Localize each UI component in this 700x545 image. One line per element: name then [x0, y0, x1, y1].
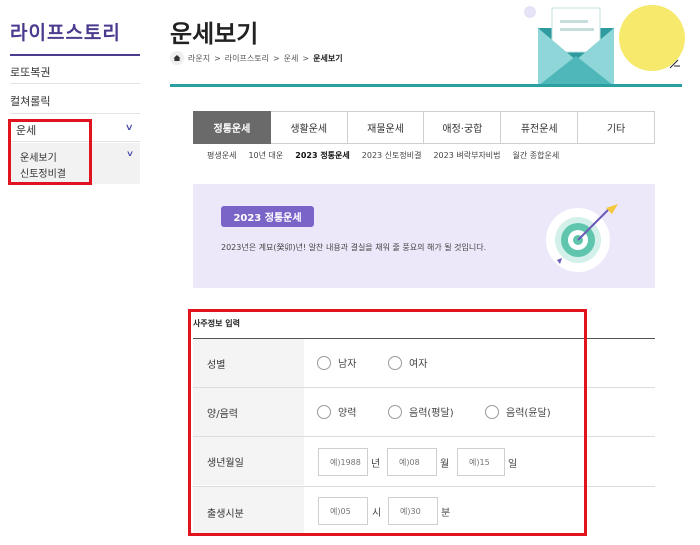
tab-traditional-fortune[interactable]: 정통운세: [193, 111, 271, 144]
banner-description: 2023년은 계묘(癸卯)년! 알찬 내용과 결실을 채워 줄 풍요의 해가 될…: [221, 243, 487, 252]
tab-etc[interactable]: 기타: [578, 111, 655, 144]
sidebar-item-culture[interactable]: 컬쳐롤릭: [10, 93, 140, 109]
subtab-10-year[interactable]: 10년 대운: [248, 150, 283, 161]
banner-tag: 2023 정통운세: [221, 206, 314, 227]
breadcrumb-separator: >: [272, 53, 280, 63]
subtab-2023-wealth[interactable]: 2023 벼락부자비법: [433, 150, 500, 161]
breadcrumb-item[interactable]: 라운지: [188, 53, 210, 64]
breadcrumb-separator: >: [302, 53, 310, 63]
tab-wealth-fortune[interactable]: 재물운세: [347, 111, 425, 144]
sidebar-divider: [10, 83, 140, 84]
subtab-2023-tojeong[interactable]: 2023 신토정비결: [362, 150, 422, 161]
highlight-box-form: [188, 309, 587, 536]
breadcrumb-item[interactable]: 라이프스토리: [225, 53, 269, 64]
subtab-list: 평생운세 10년 대운 2023 정통운세 2023 신토정비결 2023 벼락…: [207, 150, 559, 161]
tab-life-fortune[interactable]: 생활운세: [270, 111, 348, 144]
sidebar-divider: [10, 113, 140, 114]
chevron-down-icon[interactable]: ∨: [126, 149, 134, 158]
page-title: 운세보기: [170, 20, 259, 48]
breadcrumb: 라운지 > 라이프스토리 > 운세 > 운세보기: [170, 51, 343, 65]
content-top-border: [170, 84, 682, 87]
tab-fusion-fortune[interactable]: 퓨전운세: [501, 111, 579, 144]
highlight-box-sidebar: [8, 119, 92, 185]
subtab-2023-traditional[interactable]: 2023 정통운세: [295, 150, 350, 161]
brand-title[interactable]: 라이프스토리: [10, 18, 121, 45]
breadcrumb-separator: >: [214, 53, 221, 63]
home-icon[interactable]: [170, 51, 184, 65]
category-tabs: 정통운세 생활운세 재물운세 애정·궁합 퓨전운세 기타: [193, 111, 655, 144]
chevron-down-icon[interactable]: ∨: [125, 123, 134, 133]
subtab-monthly[interactable]: 월간 종합운세: [513, 150, 560, 161]
tab-love-match[interactable]: 애정·궁합: [424, 111, 502, 144]
target-icon: [546, 204, 618, 272]
sidebar-item-lotto[interactable]: 로또복권: [10, 64, 140, 80]
envelope-illustration: [524, 5, 685, 86]
breadcrumb-item[interactable]: 운세: [284, 53, 299, 64]
brand-underline: [10, 54, 140, 56]
breadcrumb-current: 운세보기: [313, 53, 343, 63]
subtab-lifetime[interactable]: 평생운세: [207, 150, 236, 161]
